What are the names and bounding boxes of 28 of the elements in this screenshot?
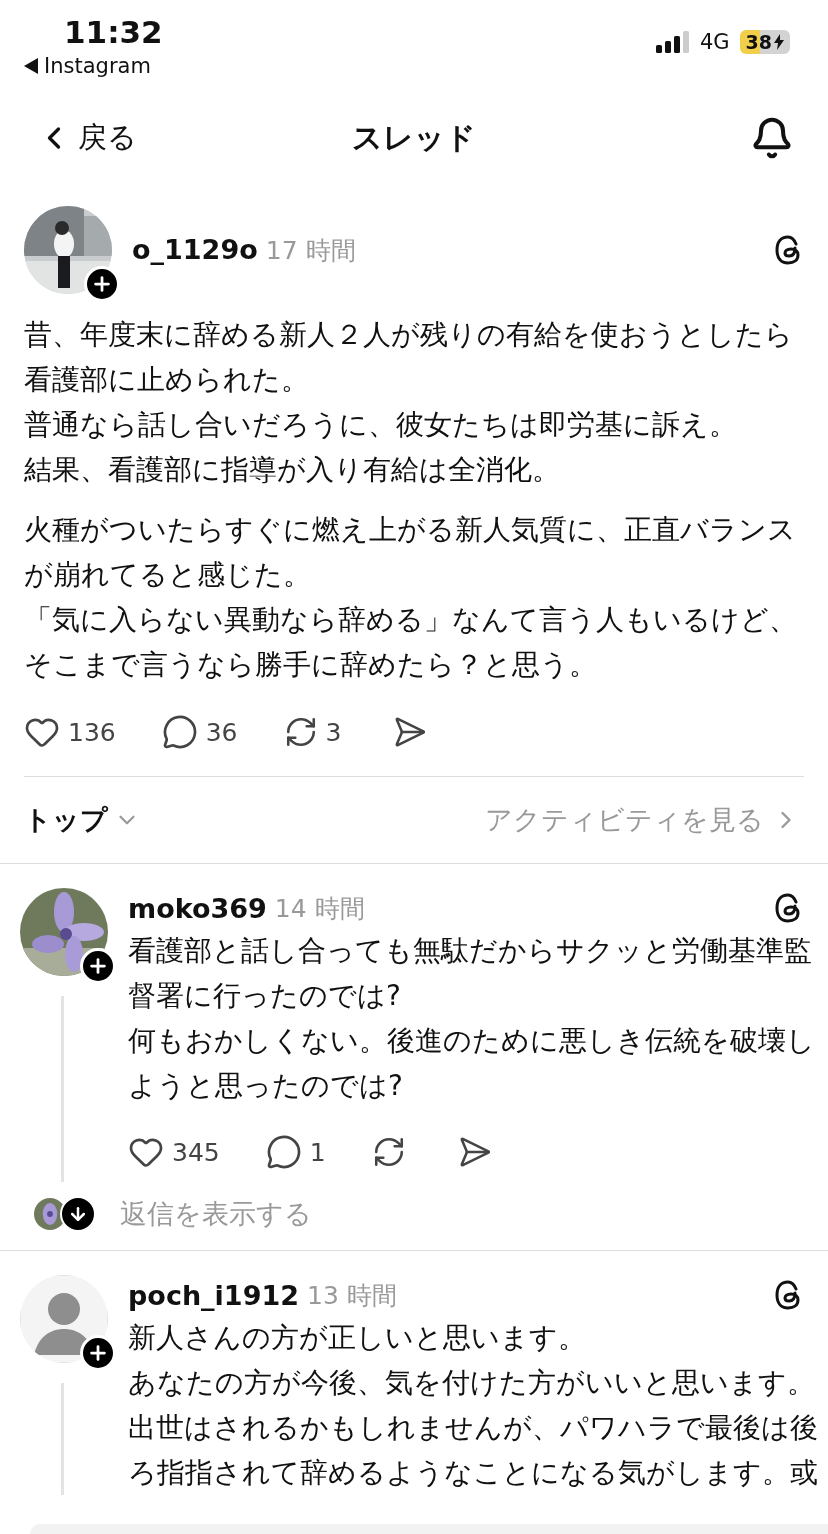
back-to-app-link[interactable]: Instagram: [24, 54, 163, 78]
reply-text: 新人さんの方が正しいと思います。: [128, 1320, 587, 1356]
username[interactable]: o_1129o: [132, 233, 258, 265]
status-time: 11:32: [63, 14, 163, 50]
post-text: 結果、看護部に指導が入り有給は全消化。: [24, 452, 561, 488]
username[interactable]: poch_i1912: [128, 1279, 299, 1311]
back-button[interactable]: 戻る: [36, 118, 137, 158]
reply-text: 何もおかしくない。後進のために悪しき伝統を破壊しようと思ったのでは?: [128, 1023, 816, 1104]
back-triangle-icon: [24, 58, 38, 74]
like-button[interactable]: 345: [128, 1134, 220, 1170]
username[interactable]: moko369: [128, 892, 267, 924]
post-time: 17 時間: [265, 235, 356, 265]
reply-time: 13 時間: [307, 1279, 397, 1312]
like-button[interactable]: 136: [24, 714, 116, 750]
reply-time: 14 時間: [274, 892, 365, 925]
post-text: 火種がついたらすぐに燃え上がる新人気質に、正直バランスが崩れてると感じた。: [24, 512, 797, 593]
notifications-icon[interactable]: [750, 116, 794, 160]
post-text: 「気に入らない異動なら辞める」なんて言う人もいるけど、そこまで言うなら勝手に辞めたら？と思う。: [24, 602, 798, 683]
repost-button[interactable]: 3: [283, 715, 342, 749]
sort-dropdown[interactable]: トップ: [24, 802, 140, 838]
post-text: 昔、年度末に辞める新人２人が残りの有給を使おうとしたら看護部に止められた。: [24, 317, 794, 398]
reply-text: 看護部と話し合っても無駄だからサクッと労働基準監督署に行ったのでは?: [128, 933, 813, 1014]
post-text: 普通なら話し合いだろうに、彼女たちは即労基に訴え。: [24, 407, 738, 443]
network-label: 4G: [699, 30, 730, 54]
signal-icon: [655, 31, 690, 53]
reply-text: あなたの方が今後、気を付けた方がいいと思います。出世はされるかもしれませんが、パワハラで最後は後ろ指指されて辞めるようなことになる気がします。或: [128, 1365, 818, 1491]
page-title: スレッド: [352, 118, 476, 157]
comment-button[interactable]: 36: [161, 714, 238, 750]
